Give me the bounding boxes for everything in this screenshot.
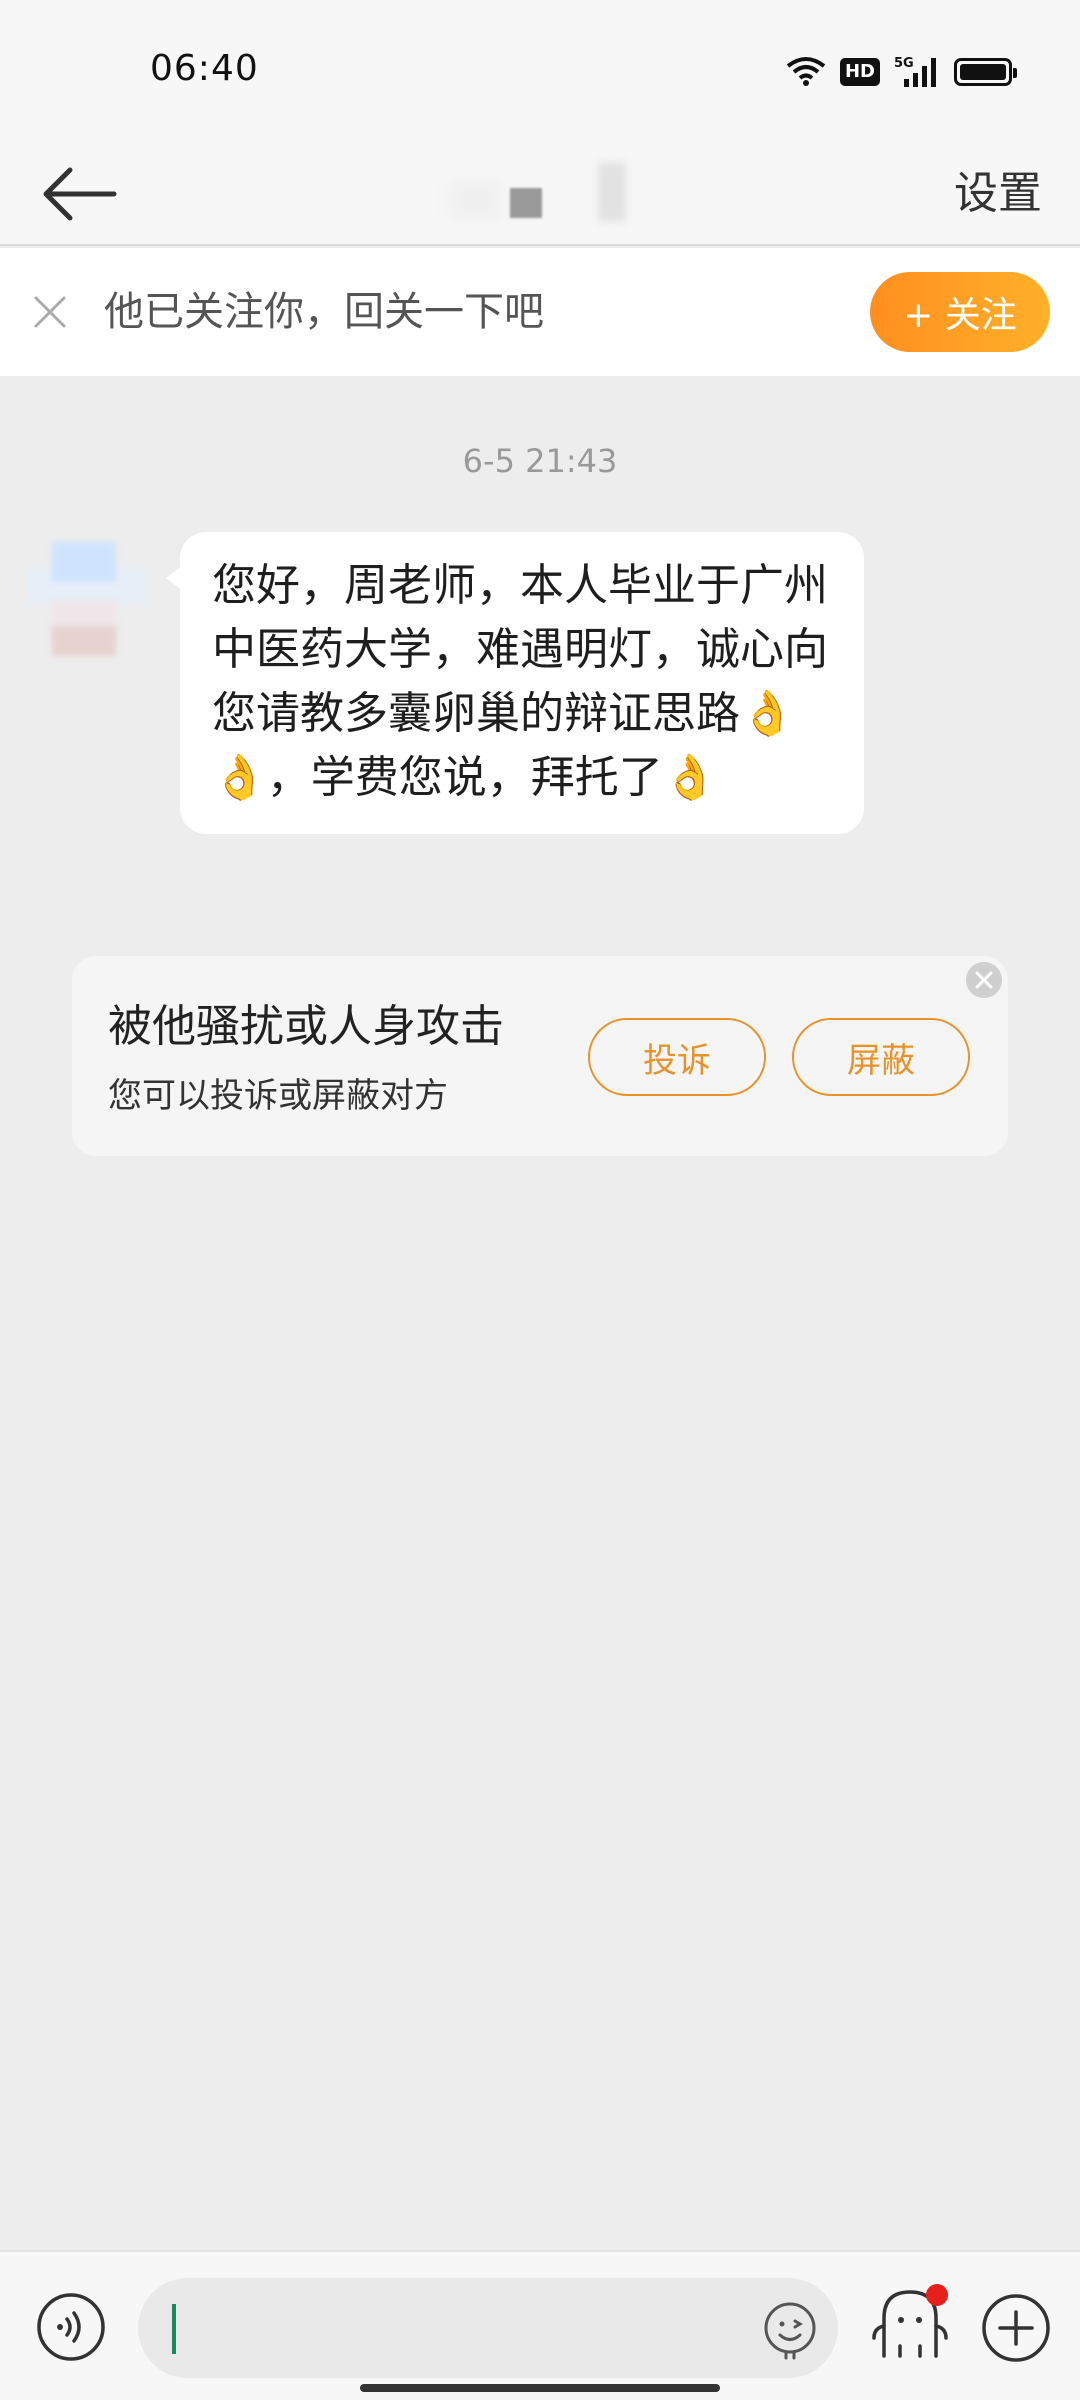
harassment-report-card: 被他骚扰或人身攻击 您可以投诉或屏蔽对方 投诉 屏蔽 [72, 956, 1008, 1156]
text-caret [172, 2304, 176, 2354]
notification-dot [926, 2284, 948, 2306]
close-icon[interactable] [30, 292, 70, 332]
voice-icon[interactable] [36, 2292, 106, 2362]
network-label: 5G [894, 56, 914, 71]
message-text: 您好，周老师，本人毕业于广州中医药大学，难遇明灯，诚心向您请教多囊卵巢的辩证思路… [212, 560, 828, 803]
follow-button-label: + 关注 [903, 295, 1017, 336]
block-button[interactable]: 屏蔽 [792, 1018, 970, 1096]
status-bar: 06:40 HD 5G [0, 0, 1080, 142]
chat-header: 设置 [0, 142, 1080, 246]
report-title: 被他骚扰或人身攻击 [108, 1001, 504, 1052]
follow-back-text: 他已关注你，回关一下吧 [104, 289, 544, 335]
signal-5g-icon: 5G [894, 56, 936, 87]
wifi-icon [786, 57, 826, 86]
close-icon[interactable] [966, 962, 1002, 998]
home-indicator[interactable] [360, 2384, 720, 2392]
follow-button[interactable]: + 关注 [870, 272, 1050, 352]
battery-icon [954, 58, 1017, 86]
hd-badge: HD [839, 58, 880, 86]
plus-icon[interactable] [980, 2292, 1052, 2364]
message-input[interactable] [138, 2278, 838, 2378]
avatar[interactable] [26, 538, 156, 668]
emoji-icon[interactable] [760, 2300, 820, 2360]
status-icons: HD 5G [786, 52, 1017, 92]
contact-name-blurred [450, 162, 640, 222]
status-time: 06:40 [150, 48, 259, 89]
complain-button[interactable]: 投诉 [588, 1018, 766, 1096]
message-timestamp: 6-5 21:43 [462, 442, 618, 480]
settings-button[interactable]: 设置 [954, 156, 1042, 232]
input-bar [0, 2250, 1080, 2400]
report-subtitle: 您可以投诉或屏蔽对方 [108, 1076, 448, 1116]
follow-back-bar: 他已关注你，回关一下吧 + 关注 [0, 248, 1080, 376]
message-bubble[interactable]: 您好，周老师，本人毕业于广州中医药大学，难遇明灯，诚心向您请教多囊卵巢的辩证思路… [166, 532, 864, 834]
back-arrow-icon[interactable] [40, 152, 124, 236]
